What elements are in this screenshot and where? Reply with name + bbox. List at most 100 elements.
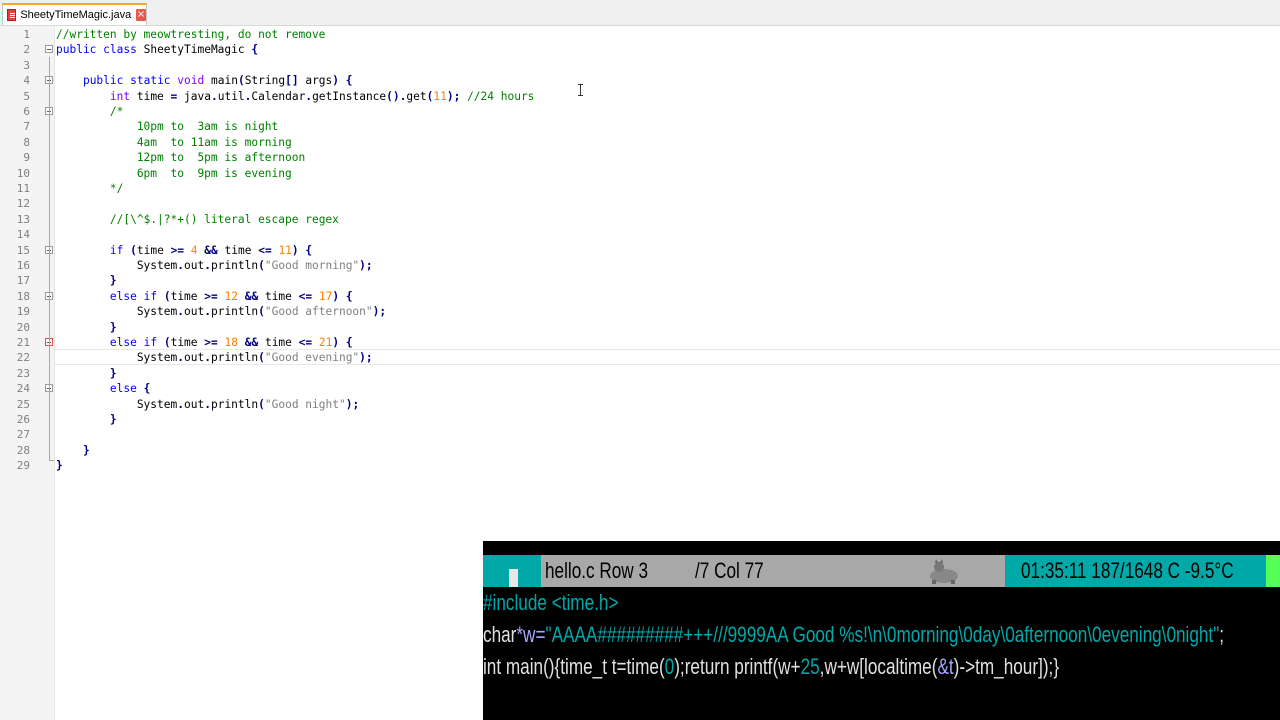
code-text: //[\^$.|?*+() literal escape regex — [109, 212, 339, 226]
line-number: 3 — [23, 58, 30, 72]
line-number: 21 — [16, 336, 30, 349]
line-number: 4 — [23, 74, 30, 88]
mouse-ibeam-cursor — [578, 84, 583, 96]
code-line[interactable]: 10 6pm to 9pm is evening — [0, 166, 1280, 181]
line-number: 11 — [16, 182, 30, 195]
code-line[interactable]: 16 System.out.println("Good morning"); — [0, 258, 1280, 273]
code-line[interactable]: 14 — [0, 227, 1280, 242]
code-line[interactable]: 9 12pm to 5pm is afternoon — [0, 150, 1280, 165]
code-line[interactable]: 13 //[\^$.|?*+() literal escape regex — [0, 212, 1280, 227]
code-text: else if (time >= 12 && time <= 17) { — [109, 289, 353, 303]
code-text: } — [82, 443, 90, 457]
line-number: 22 — [16, 351, 30, 365]
code-text: else { — [109, 382, 151, 396]
terminal-line-3: int main(){time_t t=time(0);return print… — [483, 654, 1060, 679]
code-line[interactable]: 28 } — [0, 443, 1280, 458]
file-icon — [7, 9, 17, 21]
line-number: 28 — [16, 443, 30, 457]
code-text: System.out.println("Good evening"); — [56, 351, 373, 365]
line-number: 23 — [16, 366, 30, 380]
code-text: 4am to 11am is morning — [56, 135, 292, 149]
code-line[interactable]: 26 } — [0, 412, 1280, 427]
terminal-line-1: #include <time.h> — [483, 590, 619, 615]
cat-icon — [930, 559, 958, 584]
line-number: 18 — [16, 289, 30, 303]
fold-toggle-icon[interactable] — [45, 45, 53, 54]
code-text: System.out.println("Good afternoon"); — [56, 305, 387, 319]
code-text: /* — [109, 105, 124, 118]
line-number: 5 — [23, 89, 30, 103]
code-text: //written by meowtresting, do not remove — [56, 28, 326, 41]
line-number: 13 — [16, 212, 30, 226]
code-text: */ — [56, 182, 124, 195]
code-line[interactable]: 15 if (time >= 4 && time <= 11) { — [0, 243, 1280, 258]
tab-bar: SheetyTimeMagic.java × — [0, 0, 1280, 26]
line-number: 15 — [16, 243, 30, 257]
line-number: 12 — [16, 197, 30, 211]
code-line[interactable]: 8 4am to 11am is morning — [0, 135, 1280, 150]
code-text: } — [109, 413, 117, 426]
code-text: } — [109, 320, 117, 334]
line-number: 29 — [16, 459, 30, 473]
line-number: 6 — [23, 105, 30, 118]
code-line[interactable]: 22 System.out.println("Good evening"); — [0, 350, 1280, 365]
tab-label: SheetyTimeMagic.java — [20, 9, 132, 21]
tab-sheetytimemagic[interactable]: SheetyTimeMagic.java × — [2, 3, 147, 25]
line-number: 27 — [16, 428, 30, 442]
code-text: } — [109, 274, 117, 288]
code-line[interactable]: 5 int time = java.util.Calendar.getInsta… — [0, 89, 1280, 104]
code-text: 12pm to 5pm is afternoon — [56, 151, 306, 165]
code-line[interactable]: 29} — [0, 458, 1280, 473]
status-green-cell — [1266, 555, 1280, 587]
code-line[interactable]: 23 } — [0, 366, 1280, 381]
terminal-line-2: char*w="AAAA#########+++///9999AA Good %… — [483, 622, 1225, 647]
code-line[interactable]: 27 — [0, 427, 1280, 442]
close-icon[interactable]: × — [136, 9, 146, 21]
code-line[interactable]: 4 public static void main(String[] args)… — [0, 73, 1280, 88]
code-line[interactable]: 12 — [0, 196, 1280, 211]
code-text: } — [56, 459, 63, 473]
code-line[interactable]: 1 //written by meowtresting, do not remov… — [0, 27, 1280, 42]
status-cursor-block — [509, 569, 518, 587]
status-col: /7 Col 77 — [695, 558, 764, 583]
code-text: System.out.println("Good morning"); — [56, 259, 373, 272]
line-number: 10 — [16, 166, 30, 180]
code-text: if (time >= 4 && time <= 11) { — [109, 243, 313, 257]
line-number: 17 — [16, 274, 30, 288]
code-line[interactable]: 20 } — [0, 320, 1280, 335]
line-number: 14 — [16, 228, 30, 242]
line-number: 16 — [16, 259, 30, 272]
code-text: System.out.println("Good night"); — [56, 397, 360, 411]
code-line[interactable]: 21 else if (time >= 18 && time <= 21) { — [0, 335, 1280, 350]
code-line[interactable]: 19 System.out.println("Good afternoon"); — [0, 304, 1280, 319]
code-text: else if (time >= 18 && time <= 21) { — [109, 336, 353, 349]
code-line[interactable]: 6 /* — [0, 104, 1280, 119]
code-text: } — [109, 366, 117, 380]
code-line[interactable]: 7 10pm to 3am is night — [0, 119, 1280, 134]
status-time-temp: 01:35:11 187/1648 C -9.5°C — [1021, 558, 1234, 583]
line-number: 24 — [16, 382, 30, 396]
line-number: 2 — [23, 43, 30, 57]
code-line[interactable]: 25 System.out.println("Good night"); — [0, 397, 1280, 412]
line-number: 9 — [23, 151, 30, 165]
code-text: int time = java.util.Calendar.getInstanc… — [109, 89, 535, 103]
line-number: 19 — [16, 305, 30, 319]
code-line[interactable]: 3 — [0, 58, 1280, 73]
code-text: 10pm to 3am is night — [56, 120, 279, 134]
code-line[interactable]: 2 public class SheetyTimeMagic { — [0, 42, 1280, 57]
code-line[interactable]: 18 else if (time >= 12 && time <= 17) { — [0, 289, 1280, 304]
line-number: 25 — [16, 397, 30, 411]
code-line[interactable]: 24 else { — [0, 381, 1280, 396]
fold-guide-end — [49, 460, 54, 461]
line-number: 20 — [16, 320, 30, 334]
code-line[interactable]: 17 } — [0, 273, 1280, 288]
terminal-status-bar: hello.c Row 3 /7 Col 77 01:35:11 187/164… — [483, 555, 1280, 587]
code-line[interactable]: 11 */ — [0, 181, 1280, 196]
status-file-row: hello.c Row 3 — [545, 558, 649, 583]
code-text: public static void main(String[] args) { — [82, 74, 353, 88]
line-number: 1 — [23, 28, 30, 41]
code-text: 6pm to 9pm is evening — [56, 166, 292, 180]
line-number: 26 — [16, 413, 30, 426]
code-text: public class SheetyTimeMagic { — [56, 43, 259, 57]
terminal-window[interactable]: hello.c Row 3 /7 Col 77 01:35:11 187/164… — [483, 541, 1280, 720]
